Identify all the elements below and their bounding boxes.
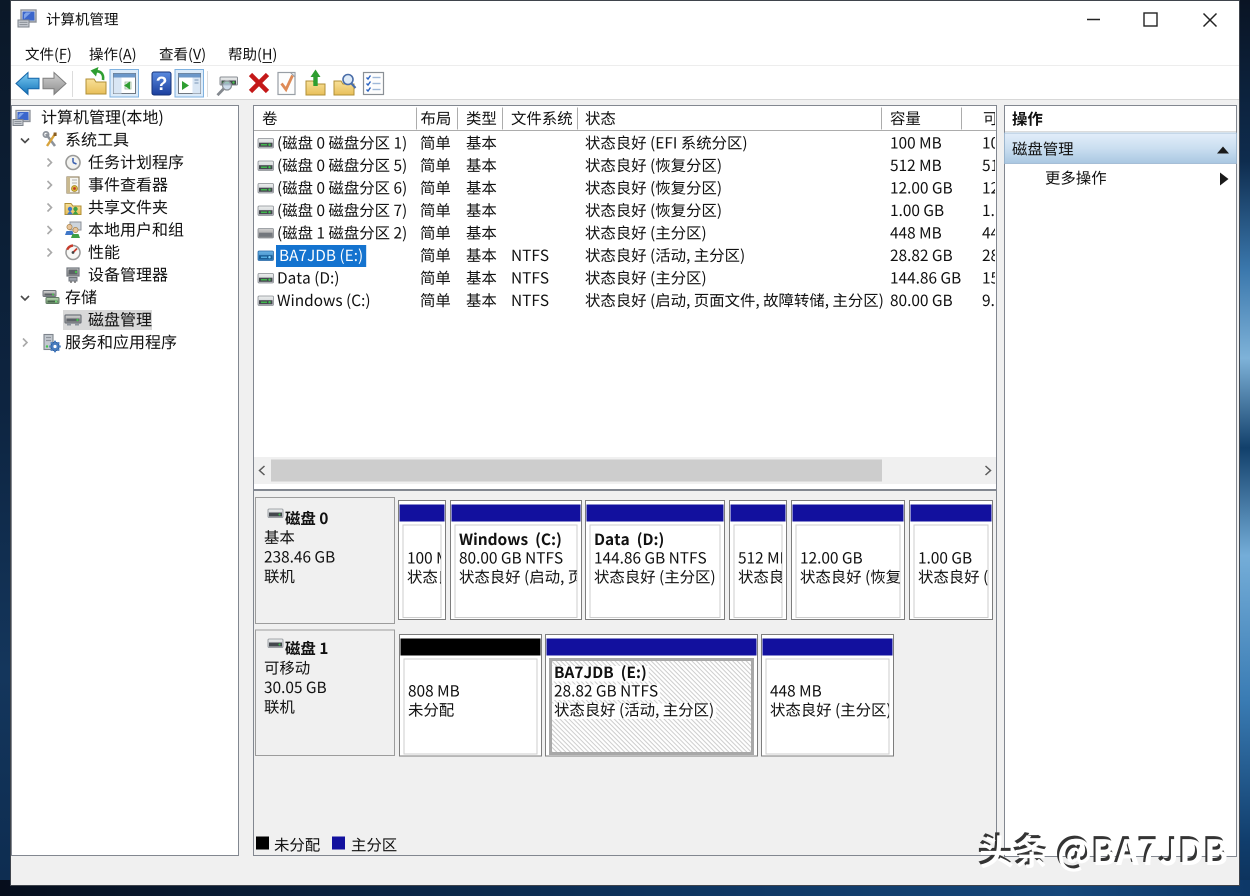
svg-text:?: ? xyxy=(156,74,168,95)
